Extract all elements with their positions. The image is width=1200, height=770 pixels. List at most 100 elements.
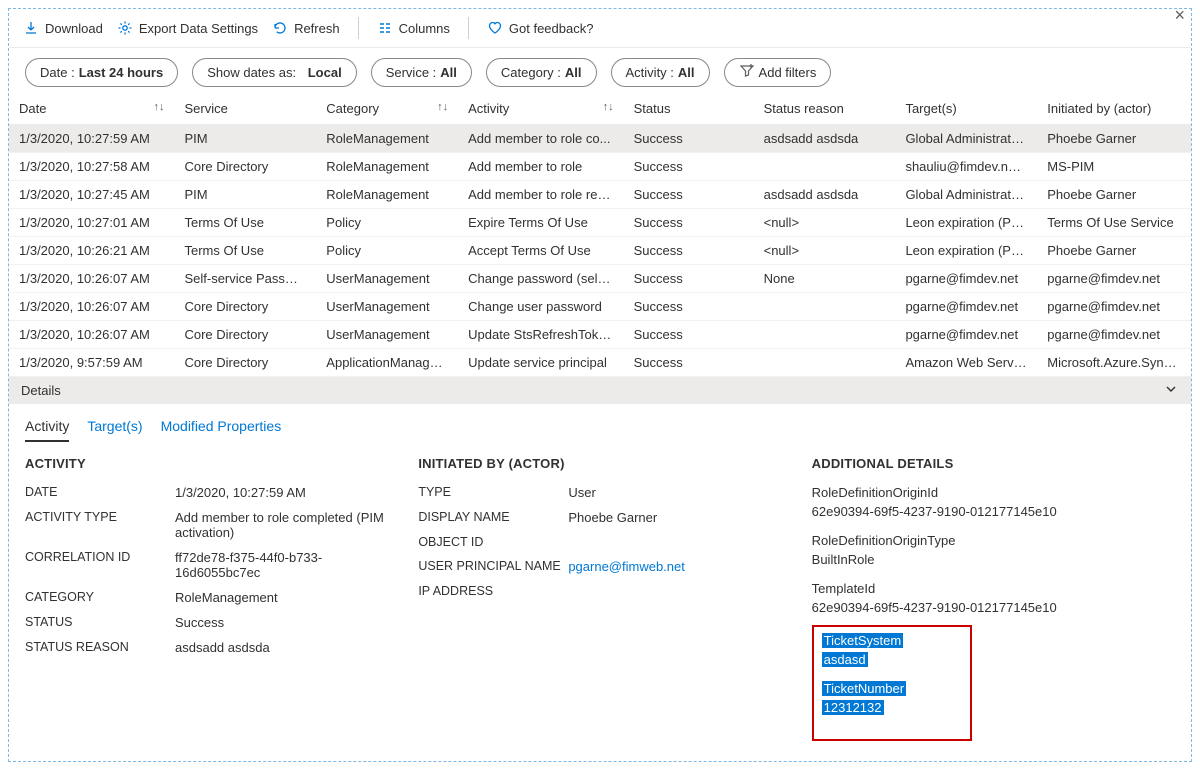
cell-service: PIM <box>174 181 316 209</box>
col-date[interactable]: Date↑↓ <box>9 93 174 125</box>
cell-reason: None <box>754 265 896 293</box>
col-category[interactable]: Category↑↓ <box>316 93 458 125</box>
table-row[interactable]: 1/3/2020, 9:57:59 AMCore DirectoryApplic… <box>9 349 1191 377</box>
feedback-label: Got feedback? <box>509 21 594 36</box>
filter-show-dates-label: Show dates as: <box>207 65 296 80</box>
cell-initiated: pgarne@fimdev.net <box>1037 321 1191 349</box>
tab-activity[interactable]: Activity <box>25 418 69 442</box>
filter-date[interactable]: Date : Last 24 hours <box>25 58 178 87</box>
heart-icon <box>487 20 503 36</box>
cell-targets: Amazon Web Services (A... <box>895 349 1037 377</box>
filter-category[interactable]: Category : All <box>486 58 597 87</box>
columns-icon <box>377 20 393 36</box>
cell-targets: pgarne@fimdev.net <box>895 293 1037 321</box>
command-bar: Download Export Data Settings Refresh Co… <box>9 9 1191 48</box>
table-row[interactable]: 1/3/2020, 10:26:21 AMTerms Of UsePolicyA… <box>9 237 1191 265</box>
cell-activity: Accept Terms Of Use <box>458 237 623 265</box>
cell-status: Success <box>624 153 754 181</box>
cell-targets: Global Administrator, 88... <box>895 125 1037 153</box>
col-initiated-by[interactable]: Initiated by (actor) <box>1037 93 1191 125</box>
table-row[interactable]: 1/3/2020, 10:27:59 AMPIMRoleManagementAd… <box>9 125 1191 153</box>
filter-activity-label: Activity : <box>626 65 674 80</box>
close-icon[interactable]: × <box>1174 5 1185 26</box>
table-row[interactable]: 1/3/2020, 10:26:07 AMCore DirectoryUserM… <box>9 321 1191 349</box>
cell-initiated: pgarne@fimdev.net <box>1037 265 1191 293</box>
detail-tabs: Activity Target(s) Modified Properties <box>9 404 1191 442</box>
table-row[interactable]: 1/3/2020, 10:26:07 AMSelf-service Passwo… <box>9 265 1191 293</box>
cell-targets: Global Administrator, 88... <box>895 181 1037 209</box>
value: ff72de78-f375-44f0-b733-16d6055bc7ec <box>175 550 388 580</box>
add-filters-button[interactable]: Add filters <box>724 58 832 87</box>
cell-service: Core Directory <box>174 293 316 321</box>
cell-initiated: Phoebe Garner <box>1037 125 1191 153</box>
feedback-button[interactable]: Got feedback? <box>487 20 594 36</box>
separator <box>468 17 469 39</box>
cell-targets: Leon expiration (PT1M), ... <box>895 237 1037 265</box>
cell-status: Success <box>624 125 754 153</box>
col-status[interactable]: Status <box>624 93 754 125</box>
label: TYPE <box>418 485 568 500</box>
cell-status: Success <box>624 293 754 321</box>
col-activity[interactable]: Activity↑↓ <box>458 93 623 125</box>
actor-heading: INITIATED BY (ACTOR) <box>418 456 781 471</box>
filter-service-value: All <box>440 65 457 80</box>
col-status-reason[interactable]: Status reason <box>754 93 896 125</box>
cell-reason: asdsadd asdsda <box>754 181 896 209</box>
table-row[interactable]: 1/3/2020, 10:27:58 AMCore DirectoryRoleM… <box>9 153 1191 181</box>
cell-activity: Expire Terms Of Use <box>458 209 623 237</box>
sort-icon: ↑↓ <box>437 101 448 113</box>
cell-date: 1/3/2020, 10:26:07 AM <box>9 265 174 293</box>
cell-service: Terms Of Use <box>174 209 316 237</box>
cell-status: Success <box>624 209 754 237</box>
upn-link[interactable]: pgarne@fimweb.net <box>568 559 781 574</box>
filter-show-dates[interactable]: Show dates as: Local <box>192 58 356 87</box>
columns-label: Columns <box>399 21 450 36</box>
additional-item: TemplateId62e90394-69f5-4237-9190-012177… <box>812 581 1175 615</box>
label: STATUS <box>25 615 175 630</box>
cell-date: 1/3/2020, 10:26:21 AM <box>9 237 174 265</box>
details-bar[interactable]: Details <box>9 377 1191 404</box>
cell-reason <box>754 293 896 321</box>
col-targets[interactable]: Target(s) <box>895 93 1037 125</box>
columns-button[interactable]: Columns <box>377 20 450 36</box>
filter-category-value: All <box>565 65 582 80</box>
cell-category: UserManagement <box>316 293 458 321</box>
label: ACTIVITY TYPE <box>25 510 175 540</box>
cell-initiated: Terms Of Use Service <box>1037 209 1191 237</box>
value <box>568 535 781 549</box>
refresh-icon <box>272 20 288 36</box>
label: CATEGORY <box>25 590 175 605</box>
sort-icon: ↑↓ <box>603 101 614 113</box>
download-label: Download <box>45 21 103 36</box>
cell-date: 1/3/2020, 10:27:45 AM <box>9 181 174 209</box>
cell-date: 1/3/2020, 10:27:01 AM <box>9 209 174 237</box>
table-row[interactable]: 1/3/2020, 10:27:45 AMPIMRoleManagementAd… <box>9 181 1191 209</box>
label: IP ADDRESS <box>418 584 568 598</box>
tab-modified-properties[interactable]: Modified Properties <box>161 418 282 442</box>
filter-activity[interactable]: Activity : All <box>611 58 710 87</box>
table-row[interactable]: 1/3/2020, 10:26:07 AMCore DirectoryUserM… <box>9 293 1191 321</box>
separator <box>358 17 359 39</box>
cell-service: Core Directory <box>174 321 316 349</box>
label: DATE <box>25 485 175 500</box>
table-row[interactable]: 1/3/2020, 10:27:01 AMTerms Of UsePolicyE… <box>9 209 1191 237</box>
cell-category: Policy <box>316 237 458 265</box>
highlighted-item: TicketSystemasdasd <box>822 633 962 667</box>
cell-service: Terms Of Use <box>174 237 316 265</box>
additional-item: RoleDefinitionOriginTypeBuiltInRole <box>812 533 1175 567</box>
filter-service[interactable]: Service : All <box>371 58 472 87</box>
filter-row: Date : Last 24 hours Show dates as: Loca… <box>9 48 1191 93</box>
col-service[interactable]: Service <box>174 93 316 125</box>
cell-service: PIM <box>174 125 316 153</box>
cell-category: RoleManagement <box>316 153 458 181</box>
value: RoleManagement <box>175 590 388 605</box>
detail-content: ACTIVITY DATE1/3/2020, 10:27:59 AM ACTIV… <box>9 442 1191 761</box>
cell-reason <box>754 321 896 349</box>
tab-targets[interactable]: Target(s) <box>87 418 142 442</box>
download-button[interactable]: Download <box>23 20 103 36</box>
export-settings-button[interactable]: Export Data Settings <box>117 20 258 36</box>
cell-activity: Add member to role co... <box>458 125 623 153</box>
download-icon <box>23 20 39 36</box>
cell-service: Self-service Password M... <box>174 265 316 293</box>
refresh-button[interactable]: Refresh <box>272 20 340 36</box>
